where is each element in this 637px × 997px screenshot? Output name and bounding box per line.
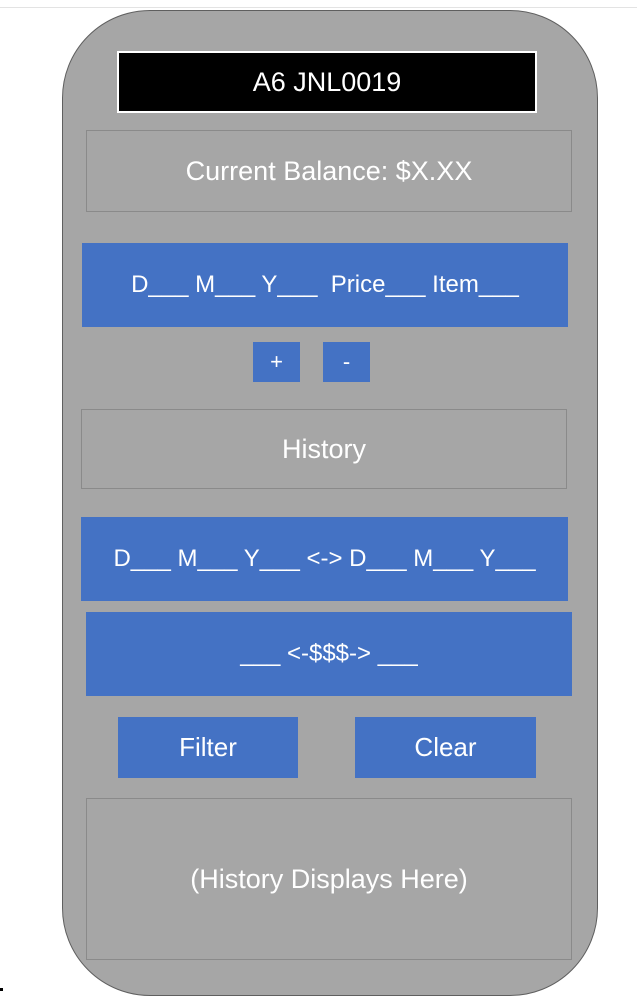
top-divider — [0, 7, 637, 8]
clear-button[interactable]: Clear — [355, 717, 536, 778]
filter-button[interactable]: Filter — [118, 717, 298, 778]
filter-button-label: Filter — [179, 732, 237, 762]
history-display-area: (History Displays Here) — [86, 798, 572, 960]
date-range-filter[interactable]: D___ M___ Y___ <-> D___ M___ Y___ — [81, 517, 568, 601]
history-heading: History — [281, 433, 366, 464]
history-display-placeholder: (History Displays Here) — [190, 863, 468, 894]
app-title: A6 JNL0019 — [252, 66, 402, 97]
app-title-bar: A6 JNL0019 — [117, 51, 537, 113]
new-entry-fields-label: D___ M___ Y___ Price___ Item___ — [131, 271, 519, 298]
minus-icon: - — [342, 349, 351, 374]
current-balance-label: Current Balance: $X.XX — [185, 155, 473, 186]
price-range-filter-label: ___ <-$$$-> ___ — [240, 640, 418, 667]
new-entry-fields[interactable]: D___ M___ Y___ Price___ Item___ — [82, 243, 568, 327]
clear-button-label: Clear — [414, 732, 477, 762]
price-range-filter[interactable]: ___ <-$$$-> ___ — [86, 612, 572, 696]
add-entry-button[interactable]: + — [253, 342, 300, 382]
stray-dot — [0, 988, 3, 991]
remove-entry-button[interactable]: - — [323, 342, 370, 382]
history-heading-panel: History — [81, 409, 567, 489]
plus-icon: + — [270, 349, 283, 374]
date-range-filter-label: D___ M___ Y___ <-> D___ M___ Y___ — [113, 545, 536, 572]
current-balance-panel: Current Balance: $X.XX — [86, 130, 572, 212]
